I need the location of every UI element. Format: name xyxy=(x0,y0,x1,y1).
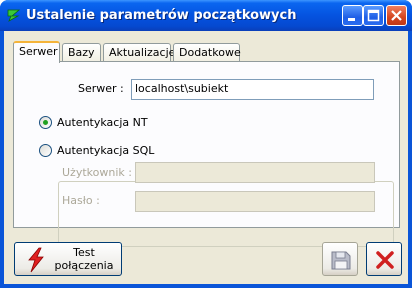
tab-aktualizacje[interactable]: Aktualizacje xyxy=(103,43,175,62)
user-label: Użytkownik : xyxy=(62,166,132,179)
auth-nt-label[interactable]: Autentykacja NT xyxy=(57,116,148,129)
title-bar[interactable]: Ustalenie parametrów początkowych xyxy=(0,0,412,31)
red-x-icon xyxy=(376,251,394,269)
close-icon xyxy=(391,10,402,21)
save-button[interactable] xyxy=(322,242,358,276)
tab-panel-serwer: Serwer : localhost\subiekt Autentykacja … xyxy=(13,61,400,247)
minimize-button[interactable] xyxy=(342,5,363,26)
password-label: Hasło : xyxy=(62,194,100,207)
dialog-window: Ustalenie parametrów początkowych Serwer… xyxy=(0,0,412,288)
server-input[interactable]: localhost\subiekt xyxy=(131,79,374,100)
maximize-button[interactable] xyxy=(363,5,384,26)
floppy-disk-icon xyxy=(331,251,351,270)
cancel-button[interactable] xyxy=(366,242,402,276)
password-input[interactable] xyxy=(135,191,375,212)
dialog-client-area: Serwer Bazy Aktualizacje Dodatkowe Serwe… xyxy=(4,31,408,284)
server-label: Serwer : xyxy=(78,82,124,95)
tab-serwer[interactable]: Serwer xyxy=(13,41,60,63)
tab-bazy[interactable]: Bazy xyxy=(62,43,101,62)
auth-sql-radio[interactable] xyxy=(39,144,52,157)
test-label-line2: połączenia xyxy=(54,259,114,272)
test-connection-label: Test połączenia xyxy=(49,246,119,272)
radio-selected-dot xyxy=(43,120,48,125)
minimize-icon xyxy=(348,18,355,21)
lightning-icon xyxy=(28,247,44,273)
test-label-line1: Test xyxy=(73,246,95,259)
app-icon xyxy=(7,9,21,22)
maximize-icon xyxy=(367,9,380,22)
auth-sql-label[interactable]: Autentykacja SQL xyxy=(57,144,158,157)
window-title: Ustalenie parametrów początkowych xyxy=(26,8,297,23)
tab-dodatkowe[interactable]: Dodatkowe xyxy=(173,43,241,62)
close-window-button[interactable] xyxy=(386,5,407,26)
auth-nt-radio[interactable] xyxy=(39,116,52,129)
test-connection-button[interactable]: Test połączenia xyxy=(14,242,122,276)
user-input[interactable] xyxy=(135,162,375,183)
